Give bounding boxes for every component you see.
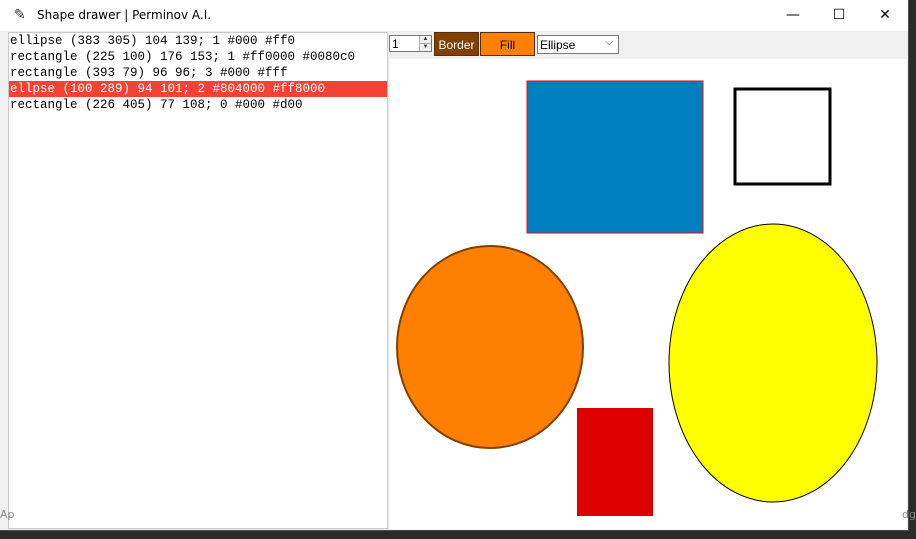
background-text-right: dg [902,508,916,521]
canvas-svg[interactable] [390,59,907,529]
drawing-canvas[interactable] [390,59,907,529]
shape-ellipse-yellow[interactable] [668,223,878,503]
shape-rectangle-white[interactable] [733,87,832,186]
list-item[interactable]: ellipse (383 305) 104 139; 1 #000 #ff0 [9,33,387,49]
list-item[interactable]: rectangle (226 405) 77 108; 0 #000 #d00 [9,97,387,113]
spin-arrows: ▲ ▼ [419,36,431,51]
shape-type-select[interactable]: Ellipse ⌵ [537,35,619,54]
border-width-spinbox[interactable]: 1 ▲ ▼ [389,35,432,52]
close-button[interactable]: ✕ [862,0,908,31]
fill-color-button[interactable]: Fill [480,32,535,56]
title-bar: ✎ Shape drawer | Perminov A.I. — ☐ ✕ [0,0,908,31]
app-window: ✎ Shape drawer | Perminov A.I. — ☐ ✕ ell… [0,0,909,531]
maximize-button[interactable]: ☐ [816,0,862,31]
shape-rectangle-red[interactable] [577,408,653,516]
shape-type-value: Ellipse [540,38,576,52]
chevron-down-icon[interactable]: ⌵ [605,37,613,48]
toolbar: 1 ▲ ▼ Border Fill Ellipse ⌵ [389,32,907,58]
window-title: Shape drawer | Perminov A.I. [37,8,212,22]
spin-up-icon[interactable]: ▲ [420,36,431,44]
shape-listbox[interactable]: ellipse (383 305) 104 139; 1 #000 #ff0 r… [8,32,388,529]
minimize-button[interactable]: — [770,0,816,31]
border-color-button[interactable]: Border [434,32,479,56]
border-width-value[interactable]: 1 [392,37,399,51]
list-item-selected[interactable]: ellpse (100 289) 94 101; 2 #804000 #ff80… [9,81,387,97]
feather-icon: ✎ [14,7,26,23]
shape-rectangle-blue[interactable] [526,80,704,234]
background-text-left: Ap [0,508,15,521]
list-item[interactable]: rectangle (225 100) 176 153; 1 #ff0000 #… [9,49,387,65]
spin-down-icon[interactable]: ▼ [420,44,431,51]
list-item[interactable]: rectangle (393 79) 96 96; 3 #000 #fff [9,65,387,81]
shape-ellipse-orange[interactable] [396,245,584,449]
